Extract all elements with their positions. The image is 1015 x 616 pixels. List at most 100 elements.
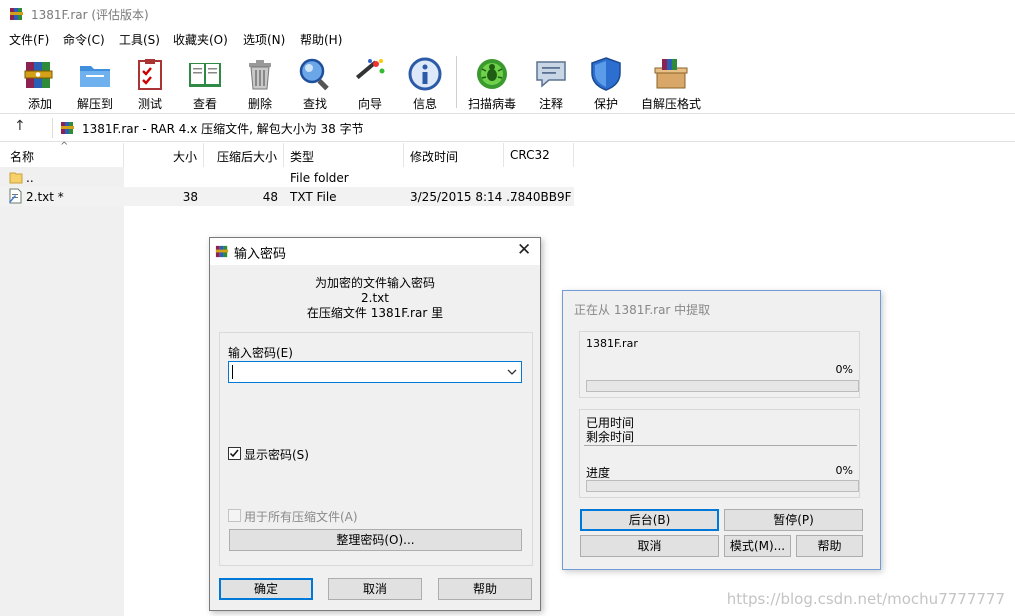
column-packed-label: 压缩后大小 xyxy=(216,150,277,164)
comment-button[interactable]: 注释 xyxy=(523,54,579,112)
protect-button[interactable]: 保护 xyxy=(578,54,634,112)
file-packed-size: 48 xyxy=(262,190,278,204)
address-separator xyxy=(52,118,53,138)
test-button[interactable]: 测试 xyxy=(122,54,178,112)
file-progress-bar xyxy=(586,380,859,392)
remaining-time-label: 剩余时间 xyxy=(586,430,635,444)
address-bar: ↑ 1381F.rar - RAR 4.x 压缩文件, 解包大小为 38 字节 xyxy=(0,114,1015,142)
magnifier-icon xyxy=(299,58,329,91)
cancel-button[interactable]: 取消 xyxy=(328,578,422,600)
column-header-type[interactable]: 类型 xyxy=(284,143,404,167)
password-prompt: 为加密的文件输入密码 2.txt 在压缩文件 1381F.rar 里 xyxy=(210,276,540,321)
file-progress-panel: 1381F.rar 0% xyxy=(579,331,860,398)
column-header-crc[interactable]: CRC32 xyxy=(504,143,574,167)
background-button[interactable]: 后台(B) xyxy=(580,509,719,531)
column-header-packed[interactable]: 压缩后大小 xyxy=(204,143,284,167)
file-type: TXT File xyxy=(290,190,337,204)
text-file-icon xyxy=(9,188,22,204)
trash-icon xyxy=(249,60,271,90)
close-icon[interactable]: ✕ xyxy=(517,240,531,260)
ok-button[interactable]: 确定 xyxy=(219,578,313,600)
column-name-label: 名称 xyxy=(10,150,35,164)
folder-extract-icon xyxy=(80,66,110,87)
menu-help[interactable]: 帮助(H) xyxy=(300,31,342,48)
password-dialog-title: 输入密码 xyxy=(234,247,287,262)
view-button[interactable]: 查看 xyxy=(177,54,233,112)
use-for-all-label: 用于所有压缩文件(A) xyxy=(244,510,358,524)
comment-icon xyxy=(536,61,566,88)
panel-divider xyxy=(584,445,857,446)
column-header-name[interactable]: 名称 ^ xyxy=(0,141,124,167)
find-button[interactable]: 查找 xyxy=(287,54,343,112)
file-type: File folder xyxy=(290,171,349,185)
virus-scan-label: 扫描病毒 xyxy=(467,97,516,111)
column-crc-label: CRC32 xyxy=(510,148,550,162)
extraction-dialog-title: 正在从 1381F.rar 中提取 xyxy=(574,303,711,317)
file-crc: 7840BB9F xyxy=(510,190,572,204)
cancel-extraction-button[interactable]: 取消 xyxy=(580,535,719,557)
extract-to-button[interactable]: 解压到 xyxy=(67,54,123,112)
menu-commands[interactable]: 命令(C) xyxy=(63,31,105,48)
column-header-size[interactable]: 大小 xyxy=(124,143,204,167)
self-extracting-box-icon xyxy=(654,59,688,89)
protect-label: 保护 xyxy=(593,97,618,111)
pause-button[interactable]: 暂停(P) xyxy=(724,509,863,531)
file-size: 38 xyxy=(182,190,198,204)
column-header-modified[interactable]: 修改时间 xyxy=(404,143,504,167)
virus-scan-icon xyxy=(477,59,507,89)
window-title: 1381F.rar (评估版本) xyxy=(31,8,149,22)
password-dialog: 输入密码 ✕ 为加密的文件输入密码 2.txt 在压缩文件 1381F.rar … xyxy=(209,237,541,611)
text-cursor xyxy=(232,365,233,379)
folder-icon xyxy=(9,172,23,184)
mode-button[interactable]: 模式(M)... xyxy=(724,535,791,557)
file-modified: 3/25/2015 8:14 ... xyxy=(410,190,518,204)
sfx-button[interactable]: 自解压格式 xyxy=(641,54,701,112)
total-progress-panel: 已用时间 剩余时间 进度 0% xyxy=(579,409,860,498)
sfx-label: 自解压格式 xyxy=(640,97,701,111)
add-archive-icon xyxy=(24,62,53,88)
menu-tools[interactable]: 工具(S) xyxy=(119,31,160,48)
up-arrow-icon[interactable]: ↑ xyxy=(14,118,26,134)
book-icon xyxy=(189,63,221,87)
help-button[interactable]: 帮助 xyxy=(438,578,532,600)
password-dialog-titlebar: 输入密码 ✕ xyxy=(210,238,540,265)
address-path[interactable]: 1381F.rar - RAR 4.x 压缩文件, 解包大小为 38 字节 xyxy=(82,120,364,137)
add-button[interactable]: 添加 xyxy=(12,54,68,112)
password-prompt-line1: 为加密的文件输入密码 xyxy=(314,276,435,290)
extraction-help-button[interactable]: 帮助 xyxy=(796,535,863,557)
info-icon xyxy=(408,57,442,91)
checkbox-unchecked-icon xyxy=(228,509,241,522)
password-field-label: 输入密码(E) xyxy=(228,346,293,360)
extraction-dialog: 正在从 1381F.rar 中提取 1381F.rar 0% 已用时间 剩余时间… xyxy=(562,290,881,570)
file-list-left-gutter xyxy=(0,143,124,616)
organize-passwords-button[interactable]: 整理密码(O)... xyxy=(229,529,522,551)
file-row-2txt[interactable]: 2.txt * 38 48 TXT File 3/25/2015 8:14 ..… xyxy=(0,187,574,206)
toolbar: 添加 解压到 测试 查看 删除 查找 向导 信息 扫描病毒 注释 保护 自解压格… xyxy=(0,50,1015,114)
delete-button[interactable]: 删除 xyxy=(232,54,288,112)
info-button[interactable]: 信息 xyxy=(397,54,453,112)
winrar-app-icon xyxy=(10,8,23,20)
column-modified-label: 修改时间 xyxy=(410,150,459,164)
password-input[interactable] xyxy=(228,361,522,383)
virus-scan-button[interactable]: 扫描病毒 xyxy=(464,54,520,112)
menu-options[interactable]: 选项(N) xyxy=(243,31,285,48)
shield-icon xyxy=(591,57,621,91)
winrar-app-icon xyxy=(215,245,229,258)
file-name: 2.txt * xyxy=(26,190,64,204)
column-size-label: 大小 xyxy=(172,150,197,164)
checkbox-checked-icon xyxy=(228,447,241,460)
total-progress-percent: 0% xyxy=(835,464,853,477)
file-row-parent[interactable]: .. File folder xyxy=(0,168,574,187)
total-progress-bar xyxy=(586,480,859,492)
file-progress-percent: 0% xyxy=(835,363,853,376)
password-prompt-filename: 2.txt xyxy=(361,291,389,305)
progress-label: 进度 xyxy=(586,466,611,480)
wizard-button[interactable]: 向导 xyxy=(342,54,398,112)
menu-file[interactable]: 文件(F) xyxy=(9,31,49,48)
show-password-label: 显示密码(S) xyxy=(244,448,309,462)
column-type-label: 类型 xyxy=(290,150,315,164)
menu-favorites[interactable]: 收藏夹(O) xyxy=(173,31,228,48)
chevron-down-icon[interactable] xyxy=(507,368,517,376)
magic-wand-icon xyxy=(356,59,385,80)
info-label: 信息 xyxy=(412,97,437,111)
